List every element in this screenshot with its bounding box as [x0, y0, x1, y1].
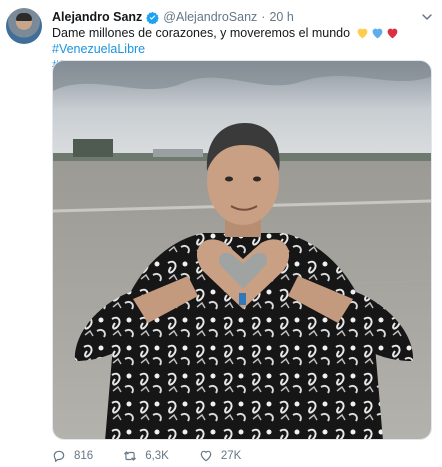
- like-count: 27K: [220, 450, 242, 462]
- reply-action[interactable]: 816: [52, 449, 93, 463]
- chevron-down-icon[interactable]: [420, 10, 434, 24]
- separator-dot: ·: [261, 10, 266, 24]
- author-name[interactable]: Alejandro Sanz: [52, 10, 142, 24]
- tweet-header: Alejandro Sanz @AlejandroSanz · 20 h: [52, 9, 294, 25]
- verified-badge-icon: [146, 11, 160, 24]
- tweet: Alejandro Sanz @AlejandroSanz · 20 h Dam…: [0, 0, 442, 467]
- like-action[interactable]: 27K: [199, 449, 241, 463]
- tweet-time[interactable]: 20 h: [269, 10, 293, 24]
- blue-heart-icon: [372, 28, 382, 39]
- like-heart-icon: [200, 450, 212, 462]
- red-heart-icon: [387, 28, 397, 39]
- tweet-photo[interactable]: [52, 60, 432, 440]
- reply-icon: [53, 450, 65, 462]
- yellow-heart-icon: [357, 28, 367, 39]
- reply-count: 816: [74, 450, 94, 462]
- heart-emojis: [356, 27, 399, 39]
- retweet-icon: [124, 451, 137, 461]
- author-handle[interactable]: @AlejandroSanz: [163, 10, 257, 24]
- avatar[interactable]: [6, 8, 42, 44]
- hashtag-venezuela-libre[interactable]: #VenezuelaLibre: [52, 42, 145, 56]
- retweet-count: 6,3K: [145, 450, 169, 462]
- photo-image: [53, 61, 431, 439]
- tweet-actions: 816 6,3K 27K: [52, 447, 271, 465]
- retweet-action[interactable]: 6,3K: [123, 449, 169, 463]
- tweet-text-body: Dame millones de corazones, y moveremos …: [52, 26, 351, 40]
